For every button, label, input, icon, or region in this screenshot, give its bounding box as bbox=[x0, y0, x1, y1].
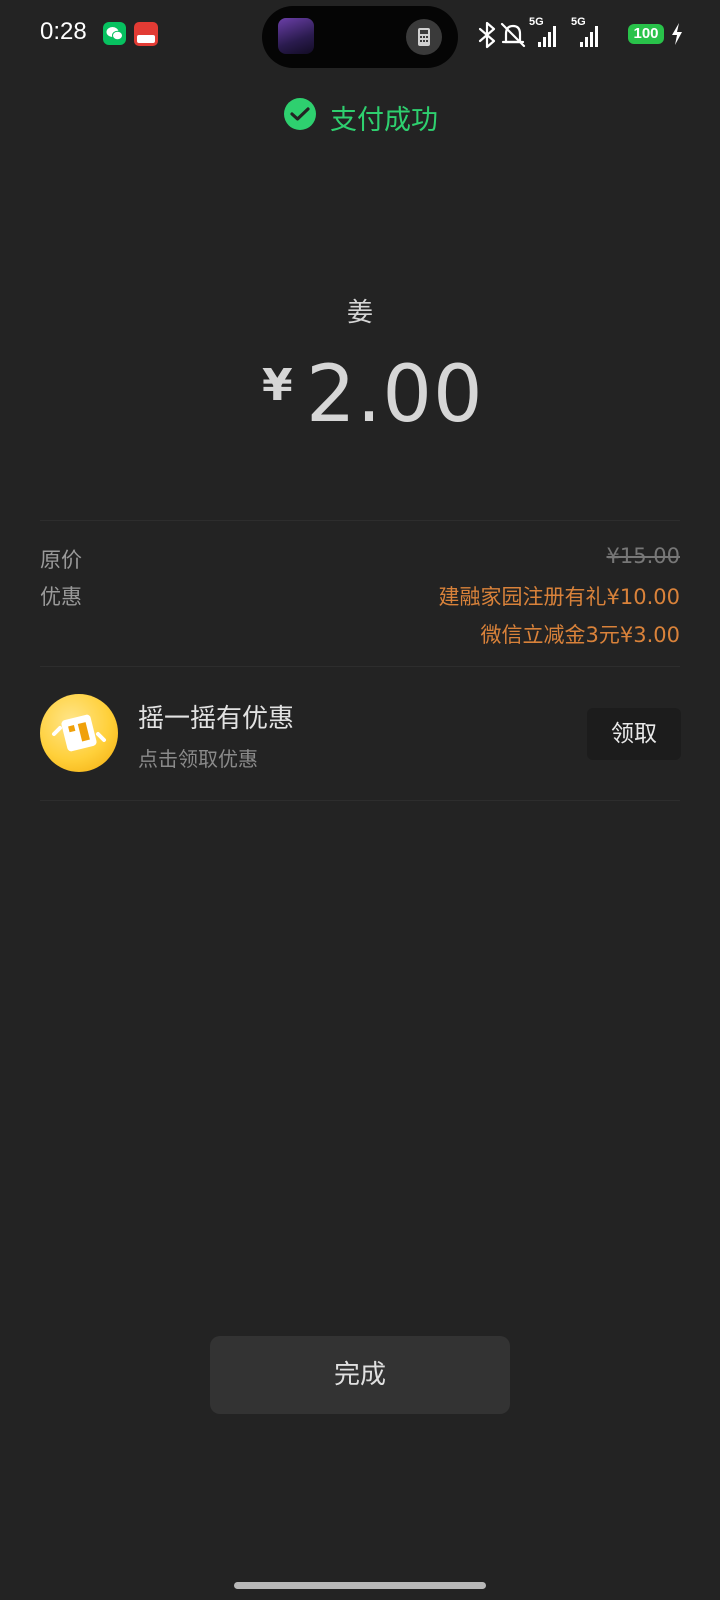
currency-symbol: ¥ bbox=[262, 360, 293, 411]
status-time: 0:28 bbox=[40, 18, 87, 45]
home-indicator[interactable] bbox=[234, 1582, 486, 1589]
divider bbox=[40, 520, 680, 521]
battery-level: 100 bbox=[628, 24, 664, 44]
payment-status: 支付成功 bbox=[330, 105, 438, 136]
bluetooth-icon bbox=[478, 21, 496, 49]
divider bbox=[40, 800, 680, 801]
success-check-icon bbox=[283, 97, 317, 131]
divider bbox=[40, 666, 680, 667]
original-price: ¥15.00 bbox=[606, 544, 680, 568]
done-button[interactable]: 完成 bbox=[210, 1336, 510, 1414]
payment-amount: 2.00 bbox=[306, 350, 484, 440]
mute-icon bbox=[500, 22, 526, 48]
discount-item: 微信立减金3元¥3.00 bbox=[480, 623, 680, 647]
signal-icon-1 bbox=[538, 26, 556, 47]
calculator-icon bbox=[406, 19, 442, 55]
discount-label: 优惠 bbox=[40, 585, 82, 609]
promo-title[interactable]: 摇一摇有优惠 bbox=[138, 698, 294, 735]
red-app-icon bbox=[134, 22, 158, 46]
original-price-label: 原价 bbox=[40, 548, 82, 572]
shake-promo-icon[interactable] bbox=[40, 694, 118, 772]
network-type-label: 5G bbox=[571, 16, 586, 28]
charging-icon bbox=[670, 22, 684, 50]
payee-name: 姜 bbox=[346, 298, 373, 328]
media-thumbnail bbox=[278, 18, 314, 54]
claim-button[interactable]: 领取 bbox=[587, 708, 681, 760]
network-type-label: 5G bbox=[529, 16, 544, 28]
signal-icon-2 bbox=[580, 26, 598, 47]
wechat-app-icon bbox=[103, 22, 126, 45]
promo-subtitle[interactable]: 点击领取优惠 bbox=[138, 743, 258, 772]
discount-item: 建融家园注册有礼¥10.00 bbox=[438, 585, 680, 609]
